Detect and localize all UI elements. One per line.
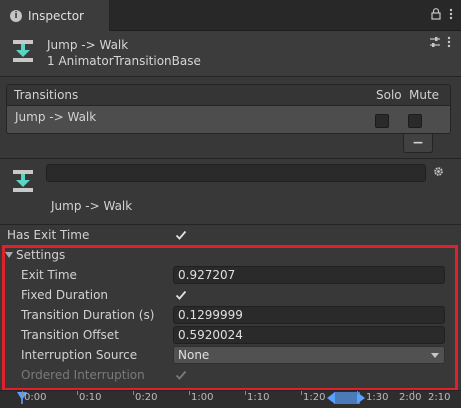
- transition-duration-label: Transition Duration (s): [21, 308, 155, 322]
- interruption-source-dropdown[interactable]: None: [173, 346, 445, 364]
- transition-offset-field[interactable]: 0.5920024: [173, 326, 445, 344]
- exit-time-row: Exit Time 0.927207: [0, 265, 461, 285]
- transition-detail: Jump -> Walk: [0, 159, 461, 225]
- remove-transition-button[interactable]: −: [403, 134, 433, 153]
- interruption-source-label: Interruption Source: [21, 348, 138, 362]
- tick-line: [245, 391, 246, 395]
- tick-line: [133, 391, 134, 395]
- divider: [0, 76, 461, 77]
- interruption-source-value: None: [178, 348, 210, 362]
- timeline-ruler[interactable]: 0:00 0:10 0:20 1:00 1:10 1:20 1:30 2:00 …: [0, 390, 461, 408]
- ordered-interruption-row: Ordered Interruption: [0, 365, 461, 385]
- timeline-tick: 2:10: [428, 392, 451, 403]
- timeline-tick: 1:00: [191, 392, 214, 403]
- tick-line: [22, 391, 23, 395]
- transition-name-input[interactable]: [46, 164, 426, 182]
- header-subtitle: 1 AnimatorTransitionBase: [47, 54, 201, 68]
- preset-settings-icon[interactable]: [429, 36, 441, 51]
- has-exit-time-checkbox[interactable]: [174, 228, 188, 242]
- timeline-tick: 1:30: [366, 392, 389, 403]
- chevron-down-icon[interactable]: [5, 252, 13, 258]
- transition-icon: [12, 39, 34, 66]
- settings-foldout[interactable]: Settings: [0, 245, 461, 265]
- has-exit-time-row: Has Exit Time: [0, 225, 461, 245]
- solo-checkbox[interactable]: [375, 114, 389, 128]
- component-menu-icon[interactable]: [447, 36, 451, 51]
- tick-line: [77, 391, 78, 395]
- ordered-interruption-label: Ordered Interruption: [21, 368, 145, 382]
- inspector-header: Jump -> Walk 1 AnimatorTransitionBase: [0, 31, 461, 76]
- transition-end-marker-icon[interactable]: [357, 392, 365, 407]
- timeline-tick: 2:00: [399, 392, 422, 403]
- tab-label: Inspector: [28, 8, 84, 23]
- timeline-tick: 0:00: [24, 392, 47, 403]
- transitions-list: Transitions Solo Mute Jump -> Walk: [6, 84, 451, 134]
- mute-checkbox[interactable]: [408, 114, 422, 128]
- fixed-duration-checkbox[interactable]: [174, 288, 188, 302]
- interruption-source-row: Interruption Source None: [0, 345, 461, 365]
- transition-row[interactable]: Jump -> Walk: [7, 106, 450, 133]
- tab-inspector[interactable]: i Inspector: [0, 0, 110, 31]
- has-exit-time-label: Has Exit Time: [7, 228, 90, 242]
- lock-icon[interactable]: [431, 8, 441, 20]
- transition-duration-field[interactable]: 0.1299999: [173, 306, 445, 324]
- mute-column-label: Mute: [409, 88, 440, 102]
- timeline-tick: 1:10: [247, 392, 270, 403]
- transition-icon: [12, 169, 34, 196]
- tick-line: [189, 391, 190, 395]
- tab-actions: [431, 8, 453, 20]
- transition-offset-row: Transition Offset 0.5920024: [0, 325, 461, 345]
- timeline-tick: 0:20: [135, 392, 158, 403]
- transitions-list-header: Transitions Solo Mute: [7, 85, 450, 106]
- transition-row-name: Jump -> Walk: [15, 110, 97, 124]
- exit-time-field[interactable]: 0.927207: [173, 266, 445, 284]
- transition-display-name: Jump -> Walk: [51, 199, 133, 213]
- solo-column-label: Solo: [376, 88, 402, 102]
- settings-label: Settings: [16, 248, 66, 262]
- transitions-header-label: Transitions: [14, 88, 79, 102]
- transition-start-marker-icon[interactable]: [327, 392, 335, 407]
- tick-line: [301, 391, 302, 395]
- transition-duration-row: Transition Duration (s) 0.1299999: [0, 305, 461, 325]
- more-options-icon[interactable]: [449, 8, 453, 20]
- exit-time-label: Exit Time: [21, 268, 77, 282]
- dropdown-arrow-icon: [431, 353, 439, 358]
- transition-offset-label: Transition Offset: [21, 328, 119, 342]
- timeline-tick: 0:10: [79, 392, 102, 403]
- gear-icon[interactable]: [433, 166, 444, 180]
- ordered-interruption-checkbox: [174, 368, 188, 382]
- fixed-duration-row: Fixed Duration: [0, 285, 461, 305]
- tick-line: [357, 391, 358, 395]
- header-title: Jump -> Walk: [47, 38, 129, 52]
- header-actions: [429, 36, 451, 51]
- info-icon: i: [10, 9, 22, 22]
- fixed-duration-label: Fixed Duration: [21, 288, 109, 302]
- tab-bar: i Inspector: [0, 0, 461, 31]
- timeline-tick: 1:20: [303, 392, 326, 403]
